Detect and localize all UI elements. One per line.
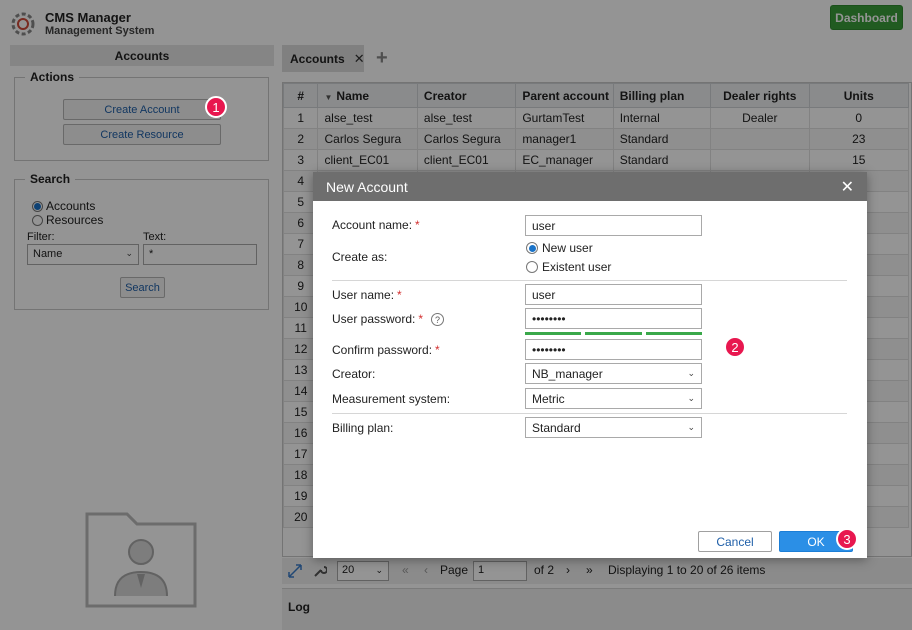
- step-marker-1: 1: [205, 96, 227, 118]
- dialog-title: New Account: [326, 178, 408, 195]
- creator-label: Creator:: [332, 367, 376, 381]
- radio-existent-user[interactable]: Existent user: [526, 260, 611, 274]
- billing-plan-label: Billing plan:: [332, 421, 394, 435]
- measurement-select-value: Metric: [532, 392, 565, 406]
- cancel-button[interactable]: Cancel: [698, 531, 772, 552]
- user-name-label: User name: *: [332, 288, 402, 302]
- radio-new-user[interactable]: New user: [526, 241, 593, 255]
- required-mark: *: [415, 218, 420, 232]
- chevron-down-icon: ⌄: [687, 422, 695, 432]
- divider: [332, 413, 847, 414]
- confirm-password-label-text: Confirm password:: [332, 343, 433, 357]
- password-strength-meter: [525, 332, 702, 335]
- step-marker-3: 3: [836, 528, 858, 550]
- measurement-label: Measurement system:: [332, 392, 451, 406]
- user-password-label-text: User password:: [332, 312, 416, 326]
- user-name-label-text: User name:: [332, 288, 395, 302]
- required-mark: *: [418, 312, 424, 326]
- required-mark: *: [397, 288, 402, 302]
- new-account-dialog: New Account ✕ Account name: * user Create…: [313, 172, 867, 558]
- creator-select[interactable]: NB_manager ⌄: [525, 363, 702, 384]
- account-name-label-text: Account name:: [332, 218, 413, 232]
- chevron-down-icon: ⌄: [687, 368, 695, 378]
- step-marker-2: 2: [724, 336, 746, 358]
- strength-segment: [525, 332, 582, 335]
- chevron-down-icon: ⌄: [687, 393, 695, 403]
- divider: [332, 280, 847, 281]
- radio-new-user-label: New user: [542, 241, 593, 255]
- confirm-password-input[interactable]: ••••••••: [525, 339, 702, 360]
- radio-existent-user-dot[interactable]: [526, 261, 538, 273]
- strength-segment: [645, 332, 702, 335]
- account-name-label: Account name: *: [332, 218, 420, 232]
- radio-new-user-dot[interactable]: [526, 242, 538, 254]
- billing-plan-select-value: Standard: [532, 421, 581, 435]
- radio-existent-user-label: Existent user: [542, 260, 612, 274]
- dialog-header: New Account ✕: [313, 172, 867, 201]
- strength-segment: [585, 332, 642, 335]
- account-name-input[interactable]: user: [525, 215, 702, 236]
- close-icon[interactable]: ✕: [841, 177, 854, 197]
- user-password-input[interactable]: ••••••••: [525, 308, 702, 329]
- user-name-input[interactable]: user: [525, 284, 702, 305]
- required-mark: *: [435, 343, 440, 357]
- billing-plan-select[interactable]: Standard ⌄: [525, 417, 702, 438]
- creator-select-value: NB_manager: [532, 367, 603, 381]
- confirm-password-label: Confirm password: *: [332, 343, 440, 357]
- create-as-label: Create as:: [332, 250, 388, 264]
- user-password-label: User password: *?: [332, 312, 445, 327]
- measurement-select[interactable]: Metric ⌄: [525, 388, 702, 409]
- help-icon[interactable]: ?: [431, 313, 445, 327]
